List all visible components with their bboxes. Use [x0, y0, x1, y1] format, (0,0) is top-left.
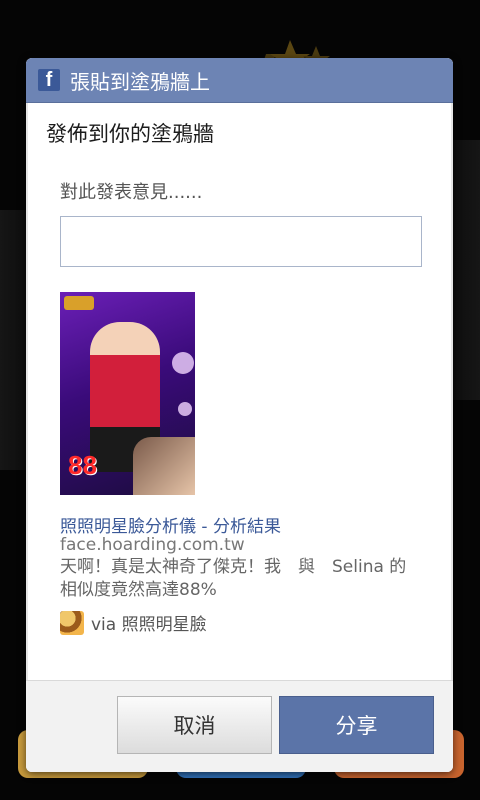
cancel-button[interactable]: 取消 [117, 696, 272, 754]
dialog-title: 張貼到塗鴉牆上 [70, 69, 210, 94]
post-image: 88 [60, 292, 195, 495]
link-title[interactable]: 照照明星臉分析儀 - 分析結果 [60, 512, 281, 537]
share-button[interactable]: 分享 [279, 696, 434, 754]
user-face-inset [133, 437, 195, 495]
facebook-logo-icon: f [38, 69, 60, 91]
link-description: 天啊！真是太神奇了傑克！我 與 Selina 的相似度竟然高達88% [60, 557, 407, 600]
post-destination-title: 發佈到你的塗鴉牆 [46, 122, 214, 146]
comment-label: 對此發表意見...... [60, 182, 203, 203]
via-app-row: via 照照明星臉 [60, 610, 207, 635]
link-url: face.hoarding.com.tw [60, 535, 245, 555]
logo-badge [64, 296, 94, 310]
app-icon [60, 610, 84, 635]
dialog-footer: 取消 分享 [26, 680, 453, 772]
facebook-share-dialog: f 張貼到塗鴉牆上 發佈到你的塗鴉牆 對此發表意見...... 88 照照明星臉… [26, 58, 453, 772]
via-app-text: via 照照明星臉 [91, 615, 207, 635]
dialog-titlebar: f 張貼到塗鴉牆上 [26, 58, 453, 103]
comment-input[interactable] [60, 216, 422, 267]
similarity-score: 88 [68, 450, 97, 480]
